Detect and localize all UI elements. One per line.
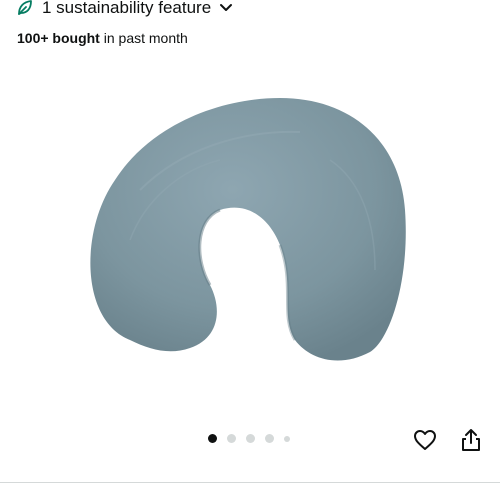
carousel-dot[interactable] (284, 435, 290, 442)
purchase-period: in past month (99, 30, 188, 46)
carousel-dot[interactable] (227, 434, 236, 443)
carousel-dot[interactable] (246, 434, 255, 443)
next-section-edge (0, 483, 500, 500)
product-image[interactable] (70, 70, 440, 390)
carousel-dot[interactable] (208, 434, 217, 443)
heart-icon (413, 429, 437, 456)
sustainability-label: 1 sustainability feature (42, 0, 212, 17)
favorite-button[interactable] (410, 427, 440, 457)
sustainability-feature-toggle[interactable]: 1 sustainability feature (16, 0, 233, 20)
chevron-down-icon (219, 3, 233, 13)
share-button[interactable] (456, 427, 486, 457)
share-icon (460, 428, 482, 457)
purchase-count: 100+ bought (17, 30, 100, 46)
carousel-dots[interactable] (208, 434, 290, 443)
carousel-dot[interactable] (265, 434, 274, 443)
purchase-stat: 100+ bought in past month (17, 30, 188, 46)
leaf-icon (16, 0, 34, 17)
